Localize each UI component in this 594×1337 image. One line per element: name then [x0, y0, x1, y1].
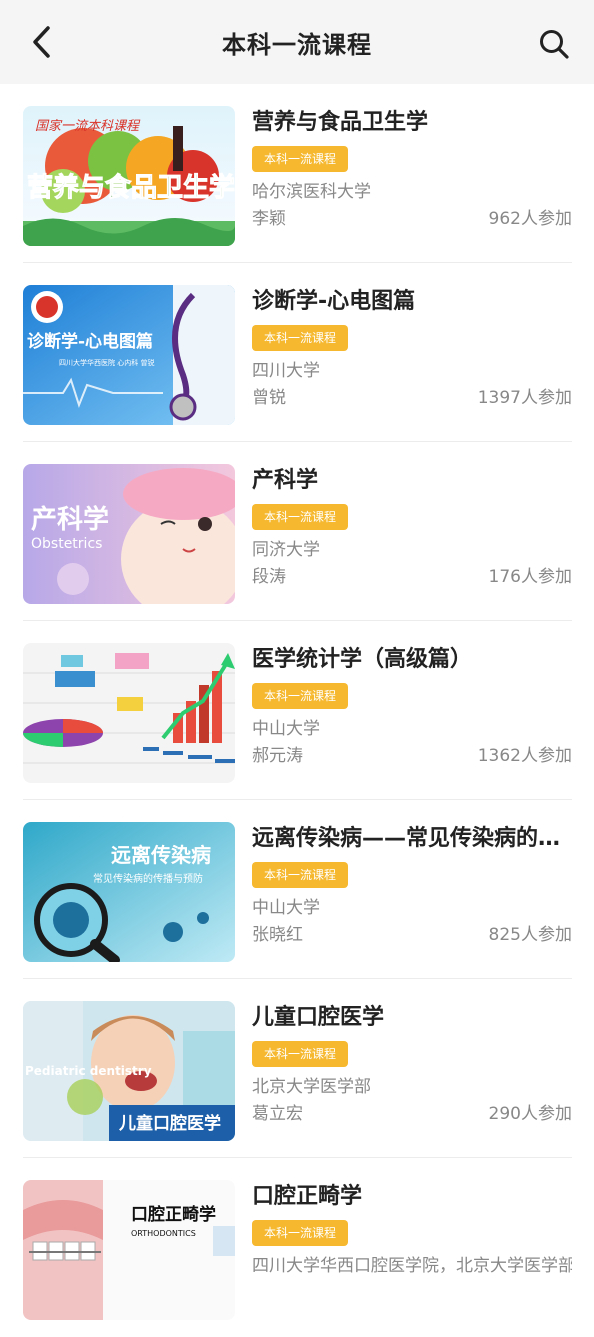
- thumb-title: 远离传染病: [111, 843, 211, 867]
- course-thumbnail: 诊断学-心电图篇 四川大学华西医院 心内科 曾锐: [23, 285, 235, 425]
- course-badge: 本科一流课程: [252, 504, 349, 530]
- course-info: 医学统计学（高级篇） 本科一流课程 中山大学 郝元涛 1362人参加: [252, 643, 572, 783]
- course-participants: 962人参加: [488, 209, 572, 229]
- thumb-banner: 国家一流本科课程: [35, 118, 141, 134]
- course-list: 国家一流本科课程 营养与食品卫生学 营养与食品卫生学 本科一流课程 哈尔滨医科大…: [0, 84, 594, 1337]
- course-thumbnail: 国家一流本科课程 营养与食品卫生学: [23, 106, 235, 246]
- search-button[interactable]: [534, 24, 574, 64]
- back-arrow-icon: [33, 26, 50, 58]
- thumb-title: 儿童口腔医学: [118, 1113, 221, 1134]
- thumb-title: 营养与食品卫生学: [27, 172, 235, 203]
- course-participants: 825人参加: [488, 925, 572, 945]
- course-title[interactable]: 儿童口腔医学: [252, 1001, 572, 1035]
- course-teacher: 曾锐: [252, 388, 286, 408]
- page-title: 本科一流课程: [222, 30, 372, 59]
- course-info: 儿童口腔医学 本科一流课程 北京大学医学部 葛立宏 290人参加: [252, 1001, 572, 1141]
- course-info: 诊断学-心电图篇 本科一流课程 四川大学 曾锐 1397人参加: [252, 285, 572, 425]
- thumb-title: 产科学: [31, 504, 109, 535]
- course-title[interactable]: 医学统计学（高级篇）: [252, 643, 572, 677]
- top-bar: 本科一流课程: [0, 0, 594, 84]
- course-item[interactable]: 产科学 Obstetrics 产科学 本科一流课程 同济大学 段涛 176人参加: [0, 442, 594, 621]
- back-button[interactable]: [22, 22, 62, 62]
- course-title[interactable]: 营养与食品卫生学: [252, 106, 572, 140]
- course-item[interactable]: 国家一流本科课程 营养与食品卫生学 营养与食品卫生学 本科一流课程 哈尔滨医科大…: [0, 84, 594, 263]
- course-item[interactable]: 诊断学-心电图篇 四川大学华西医院 心内科 曾锐 诊断学-心电图篇 本科一流课程…: [0, 263, 594, 442]
- course-badge: 本科一流课程: [252, 146, 349, 172]
- course-info: 营养与食品卫生学 本科一流课程 哈尔滨医科大学 李颖 962人参加: [252, 106, 572, 246]
- course-teacher: 葛立宏: [252, 1104, 303, 1124]
- course-item[interactable]: 儿童口腔医学 Pediatric dentistry 儿童口腔医学 本科一流课程…: [0, 979, 594, 1158]
- thumb-subtitle: Pediatric dentistry: [25, 1064, 152, 1078]
- course-teacher: 段涛: [252, 567, 286, 587]
- course-teacher: 李颖: [252, 209, 286, 229]
- course-participants: 290人参加: [488, 1104, 572, 1124]
- course-title[interactable]: 诊断学-心电图篇: [252, 285, 572, 319]
- course-school: 四川大学华西口腔医学院，北京大学医学部: [252, 1256, 572, 1276]
- course-thumbnail: 产科学 Obstetrics: [23, 464, 235, 604]
- course-school: 哈尔滨医科大学: [252, 182, 371, 202]
- course-badge: 本科一流课程: [252, 1041, 349, 1067]
- course-thumbnail: 远离传染病 常见传染病的传播与预防: [23, 822, 235, 962]
- course-badge: 本科一流课程: [252, 862, 349, 888]
- course-participants: 1362人参加: [477, 746, 572, 766]
- course-title[interactable]: 口腔正畸学: [252, 1180, 572, 1214]
- course-teacher: 张晓红: [252, 925, 303, 945]
- course-badge: 本科一流课程: [252, 1220, 349, 1246]
- course-teacher: 郝元涛: [252, 746, 303, 766]
- thumb-title: 诊断学-心电图篇: [27, 331, 153, 352]
- course-badge: 本科一流课程: [252, 325, 349, 351]
- course-info: 远离传染病——常见传染病的传播与预防 本科一流课程 中山大学 张晓红 825人参…: [252, 822, 572, 962]
- course-title[interactable]: 产科学: [252, 464, 572, 498]
- course-school: 北京大学医学部: [252, 1077, 371, 1097]
- course-participants: 1397人参加: [477, 388, 572, 408]
- course-participants: 176人参加: [488, 567, 572, 587]
- course-item[interactable]: 医学统计学（高级篇） 本科一流课程 中山大学 郝元涛 1362人参加: [0, 621, 594, 800]
- thumb-subtitle: 常见传染病的传播与预防: [93, 872, 203, 885]
- course-thumbnail: 口腔正畸学 ORTHODONTICS: [23, 1180, 235, 1320]
- thumb-subtitle: 四川大学华西医院 心内科 曾锐: [59, 358, 154, 367]
- course-school: 四川大学: [252, 361, 320, 381]
- course-item[interactable]: 远离传染病 常见传染病的传播与预防 远离传染病——常见传染病的传播与预防 本科一…: [0, 800, 594, 979]
- course-thumbnail: 儿童口腔医学 Pediatric dentistry: [23, 1001, 235, 1141]
- course-info: 产科学 本科一流课程 同济大学 段涛 176人参加: [252, 464, 572, 604]
- course-title[interactable]: 远离传染病——常见传染病的传播与预防: [252, 822, 572, 856]
- course-thumbnail: [23, 643, 235, 783]
- course-info: 口腔正畸学 本科一流课程 四川大学华西口腔医学院，北京大学医学部: [252, 1180, 572, 1320]
- course-item[interactable]: 口腔正畸学 ORTHODONTICS 口腔正畸学 本科一流课程 四川大学华西口腔…: [0, 1158, 594, 1337]
- thumb-title: 口腔正畸学: [131, 1204, 216, 1225]
- course-school: 同济大学: [252, 540, 320, 560]
- search-icon: [540, 30, 569, 59]
- thumb-subtitle: Obstetrics: [31, 536, 102, 552]
- course-school: 中山大学: [252, 898, 320, 918]
- course-badge: 本科一流课程: [252, 683, 349, 709]
- course-school: 中山大学: [252, 719, 320, 739]
- thumb-subtitle: ORTHODONTICS: [131, 1229, 196, 1238]
